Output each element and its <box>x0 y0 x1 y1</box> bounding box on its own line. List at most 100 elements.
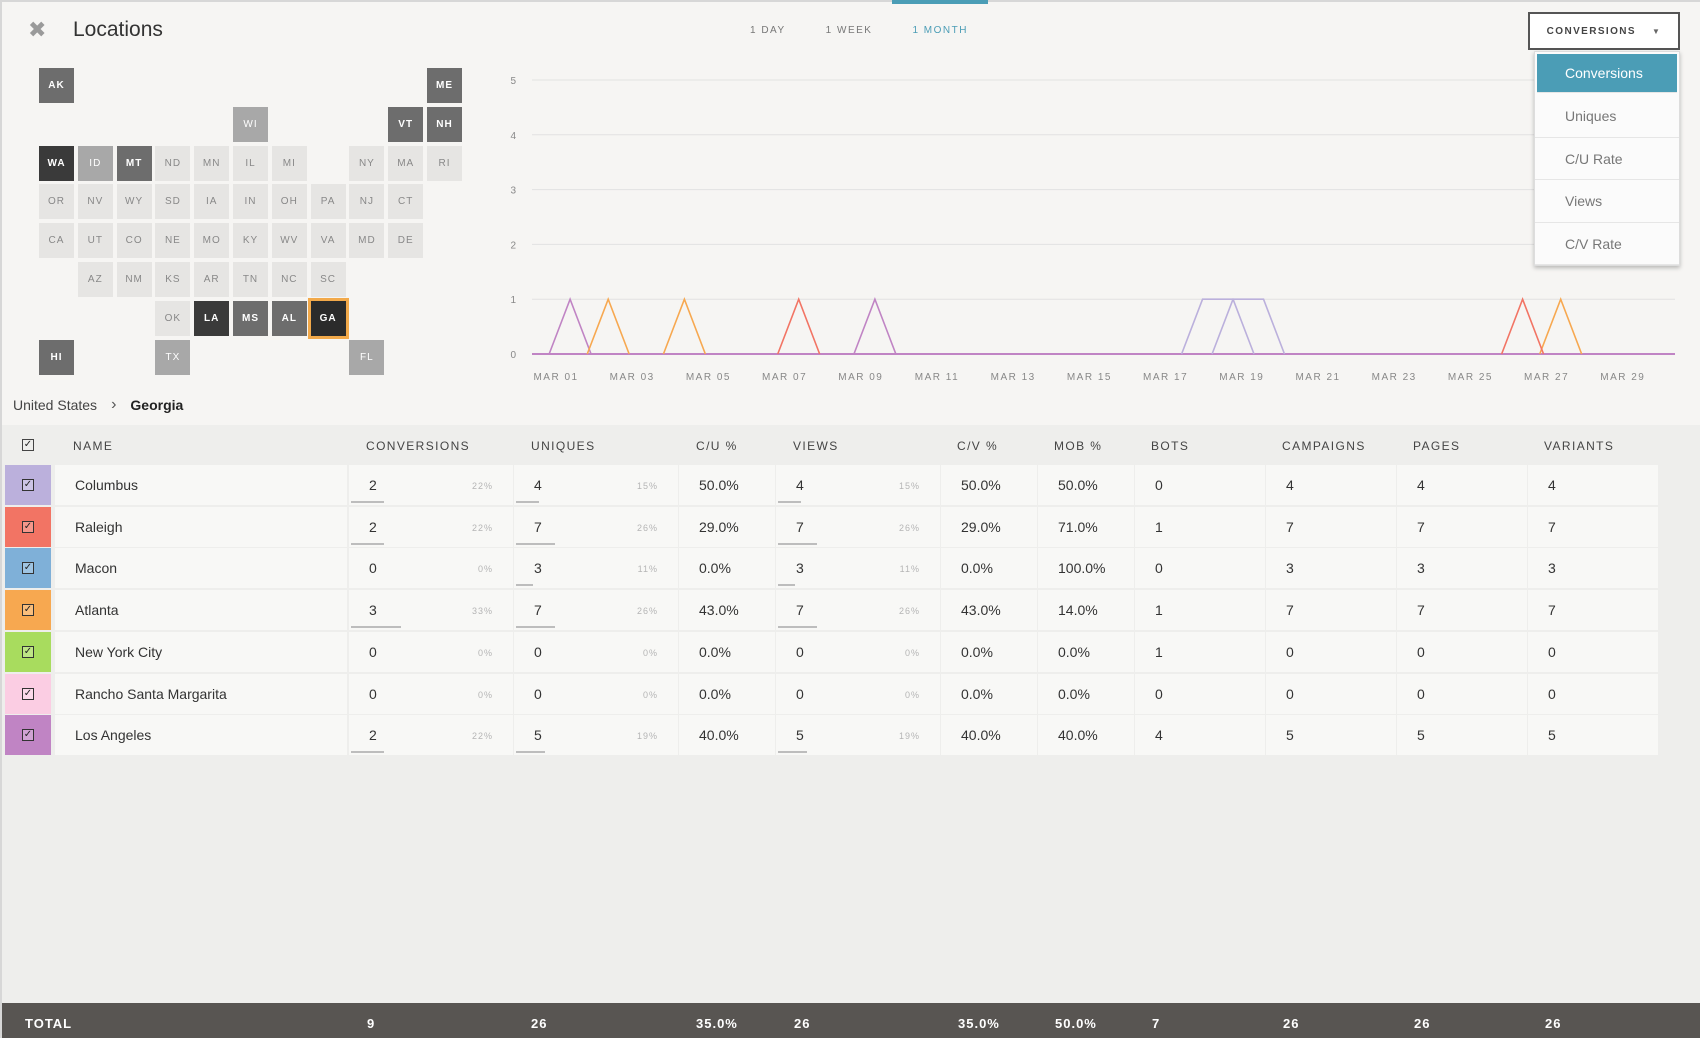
breadcrumb-root[interactable]: United States <box>13 397 97 413</box>
state-tile-ok[interactable]: OK <box>155 300 191 336</box>
state-tile-ri[interactable]: RI <box>427 145 462 181</box>
header-pages[interactable]: PAGES <box>1413 439 1460 453</box>
y-tick-label: 3 <box>510 186 516 197</box>
state-tile-ks[interactable]: KS <box>155 262 191 297</box>
state-tile-tn[interactable]: TN <box>233 262 268 297</box>
state-tile-pa[interactable]: PA <box>310 184 346 220</box>
row-color-checkbox[interactable]: ✓ <box>5 465 51 505</box>
header-variants[interactable]: VARIANTS <box>1544 439 1614 453</box>
state-tile-md[interactable]: MD <box>349 223 385 259</box>
dropdown-option-uniques[interactable]: Uniques <box>1535 95 1679 138</box>
state-tile-wv[interactable]: WV <box>271 223 307 259</box>
state-tile-nd[interactable]: ND <box>155 145 191 181</box>
tab-1-month[interactable]: 1 MONTH <box>892 0 988 40</box>
header-views[interactable]: VIEWS <box>793 439 839 453</box>
cell-percent: 11% <box>637 564 658 575</box>
cell-value: 0 <box>1155 477 1163 493</box>
state-tile-ct[interactable]: CT <box>388 184 424 220</box>
state-tile-nh[interactable]: NH <box>427 106 462 142</box>
header-mob-pct[interactable]: MOB % <box>1054 439 1102 453</box>
header-campaigns[interactable]: CAMPAIGNS <box>1282 439 1366 453</box>
state-tile-co[interactable]: CO <box>116 223 152 259</box>
state-tile-vt[interactable]: VT <box>388 106 424 142</box>
close-icon[interactable]: ✖ <box>28 19 48 41</box>
cell-value: 0 <box>369 643 377 660</box>
state-tile-wi[interactable]: WI <box>233 106 268 142</box>
state-tile-de[interactable]: DE <box>388 223 424 259</box>
dropdown-option-conversions[interactable]: Conversions <box>1537 54 1677 93</box>
state-tile-tx[interactable]: TX <box>155 339 191 375</box>
state-tile-ma[interactable]: MA <box>388 145 424 181</box>
cell-variants: 4 <box>1528 465 1658 505</box>
state-tile-wy[interactable]: WY <box>116 184 152 220</box>
table-row[interactable]: ✓ Rancho Santa Margarita 0 0% 0 0% 0.0% 0 0% 0.0%… <box>5 673 1658 715</box>
header-name[interactable]: NAME <box>73 439 113 453</box>
state-tile-mn[interactable]: MN <box>194 145 230 181</box>
row-color-checkbox[interactable]: ✓ <box>5 548 51 589</box>
state-tile-al[interactable]: AL <box>271 300 307 336</box>
table-row[interactable]: ✓ Los Angeles 2 22% 5 19% 40.0% 5 19% 40.0% 40.0% 4… <box>5 715 1658 756</box>
state-tile-il[interactable]: IL <box>233 145 268 181</box>
table-row[interactable]: ✓ New York City 0 0% 0 0% 0.0% 0 0% 0.0% 0.0% 1 0 0 0 <box>5 631 1658 673</box>
state-tile-mo[interactable]: MO <box>194 223 230 259</box>
row-color-checkbox[interactable]: ✓ <box>5 506 51 547</box>
table-row[interactable]: ✓ Columbus 2 22% 4 15% 50.0% 4 15% 50.0% 50.0% 0 4 4 4 <box>5 465 1658 506</box>
state-tile-nv[interactable]: NV <box>77 184 113 220</box>
state-tile-hi[interactable]: HI <box>39 339 74 375</box>
state-tile-ia[interactable]: IA <box>194 184 230 220</box>
state-tile-ms[interactable]: MS <box>233 300 268 336</box>
state-tile-ak[interactable]: AK <box>39 68 74 103</box>
state-tile-ca[interactable]: CA <box>39 223 74 259</box>
cell-value: 1 <box>1155 643 1163 660</box>
header-bots[interactable]: BOTS <box>1151 439 1189 453</box>
state-tile-wa[interactable]: WA <box>39 145 74 181</box>
cell-value: 5 <box>534 727 542 744</box>
state-tile-az[interactable]: AZ <box>77 262 113 297</box>
state-tile-ar[interactable]: AR <box>194 262 230 297</box>
state-tile-ny[interactable]: NY <box>349 145 385 181</box>
state-tile-or[interactable]: OR <box>39 184 74 220</box>
state-tile-mi[interactable]: MI <box>271 145 307 181</box>
state-tile-va[interactable]: VA <box>310 223 346 259</box>
tab-1-week[interactable]: 1 WEEK <box>806 0 893 40</box>
row-color-checkbox[interactable]: ✓ <box>5 715 51 756</box>
header-cu-pct[interactable]: C/U % <box>696 439 738 453</box>
state-tile-nj[interactable]: NJ <box>349 184 385 220</box>
state-tile-fl[interactable]: FL <box>349 339 385 375</box>
cell-value: New York City <box>75 643 163 660</box>
header-conversions[interactable]: CONVERSIONS <box>366 439 470 453</box>
dropdown-option-cv-rate[interactable]: C/V Rate <box>1535 223 1679 265</box>
state-tile-me[interactable]: ME <box>427 68 462 103</box>
header-uniques[interactable]: UNIQUES <box>531 439 595 453</box>
state-tile-ut[interactable]: UT <box>77 223 113 259</box>
state-tile-ky[interactable]: KY <box>233 223 268 259</box>
metric-dropdown-button[interactable]: CONVERSIONS ▼ <box>1528 12 1680 50</box>
state-tile-id[interactable]: ID <box>77 145 113 181</box>
cell-uniques: 4 15% <box>514 465 678 505</box>
dropdown-option-views[interactable]: Views <box>1535 180 1679 223</box>
state-tile-nc[interactable]: NC <box>271 262 307 297</box>
cell-value: 0 <box>1155 685 1163 702</box>
state-tile-nm[interactable]: NM <box>116 262 152 297</box>
row-color-checkbox[interactable]: ✓ <box>5 631 51 672</box>
state-tile-sd[interactable]: SD <box>155 184 191 220</box>
header-cv-pct[interactable]: C/V % <box>957 439 998 453</box>
table-row[interactable]: ✓ Raleigh 2 22% 7 26% 29.0% 7 26% 29.0% 71.0% 1 7 7 7 <box>5 506 1658 548</box>
select-all-checkbox[interactable]: ✓ <box>22 439 34 451</box>
table-row[interactable]: ✓ Atlanta 3 33% 7 26% 43.0% 7 26% 43.0% 14.0% 1 7 7 7 <box>5 590 1658 631</box>
state-tile-la[interactable]: LA <box>194 300 230 336</box>
table-row[interactable]: ✓ Macon 0 0% 3 11% 0.0% 3 11% 0.0% 100.0% 0 3 3 3 <box>5 548 1658 589</box>
row-color-checkbox[interactable]: ✓ <box>5 673 51 714</box>
tab-1-day[interactable]: 1 DAY <box>730 0 806 40</box>
state-tile-oh[interactable]: OH <box>271 184 307 220</box>
state-tile-in[interactable]: IN <box>233 184 268 220</box>
row-color-checkbox[interactable]: ✓ <box>5 590 51 631</box>
state-tile-mt[interactable]: MT <box>116 145 152 181</box>
dropdown-option-cu-rate[interactable]: C/U Rate <box>1535 138 1679 180</box>
state-tile-ne[interactable]: NE <box>155 223 191 259</box>
cell-value: 0 <box>1548 643 1556 660</box>
cell-value: 0 <box>534 643 542 660</box>
cell-value: 7 <box>1548 602 1556 619</box>
state-tile-ga[interactable]: GA <box>307 297 349 339</box>
state-tile-sc[interactable]: SC <box>310 262 346 297</box>
